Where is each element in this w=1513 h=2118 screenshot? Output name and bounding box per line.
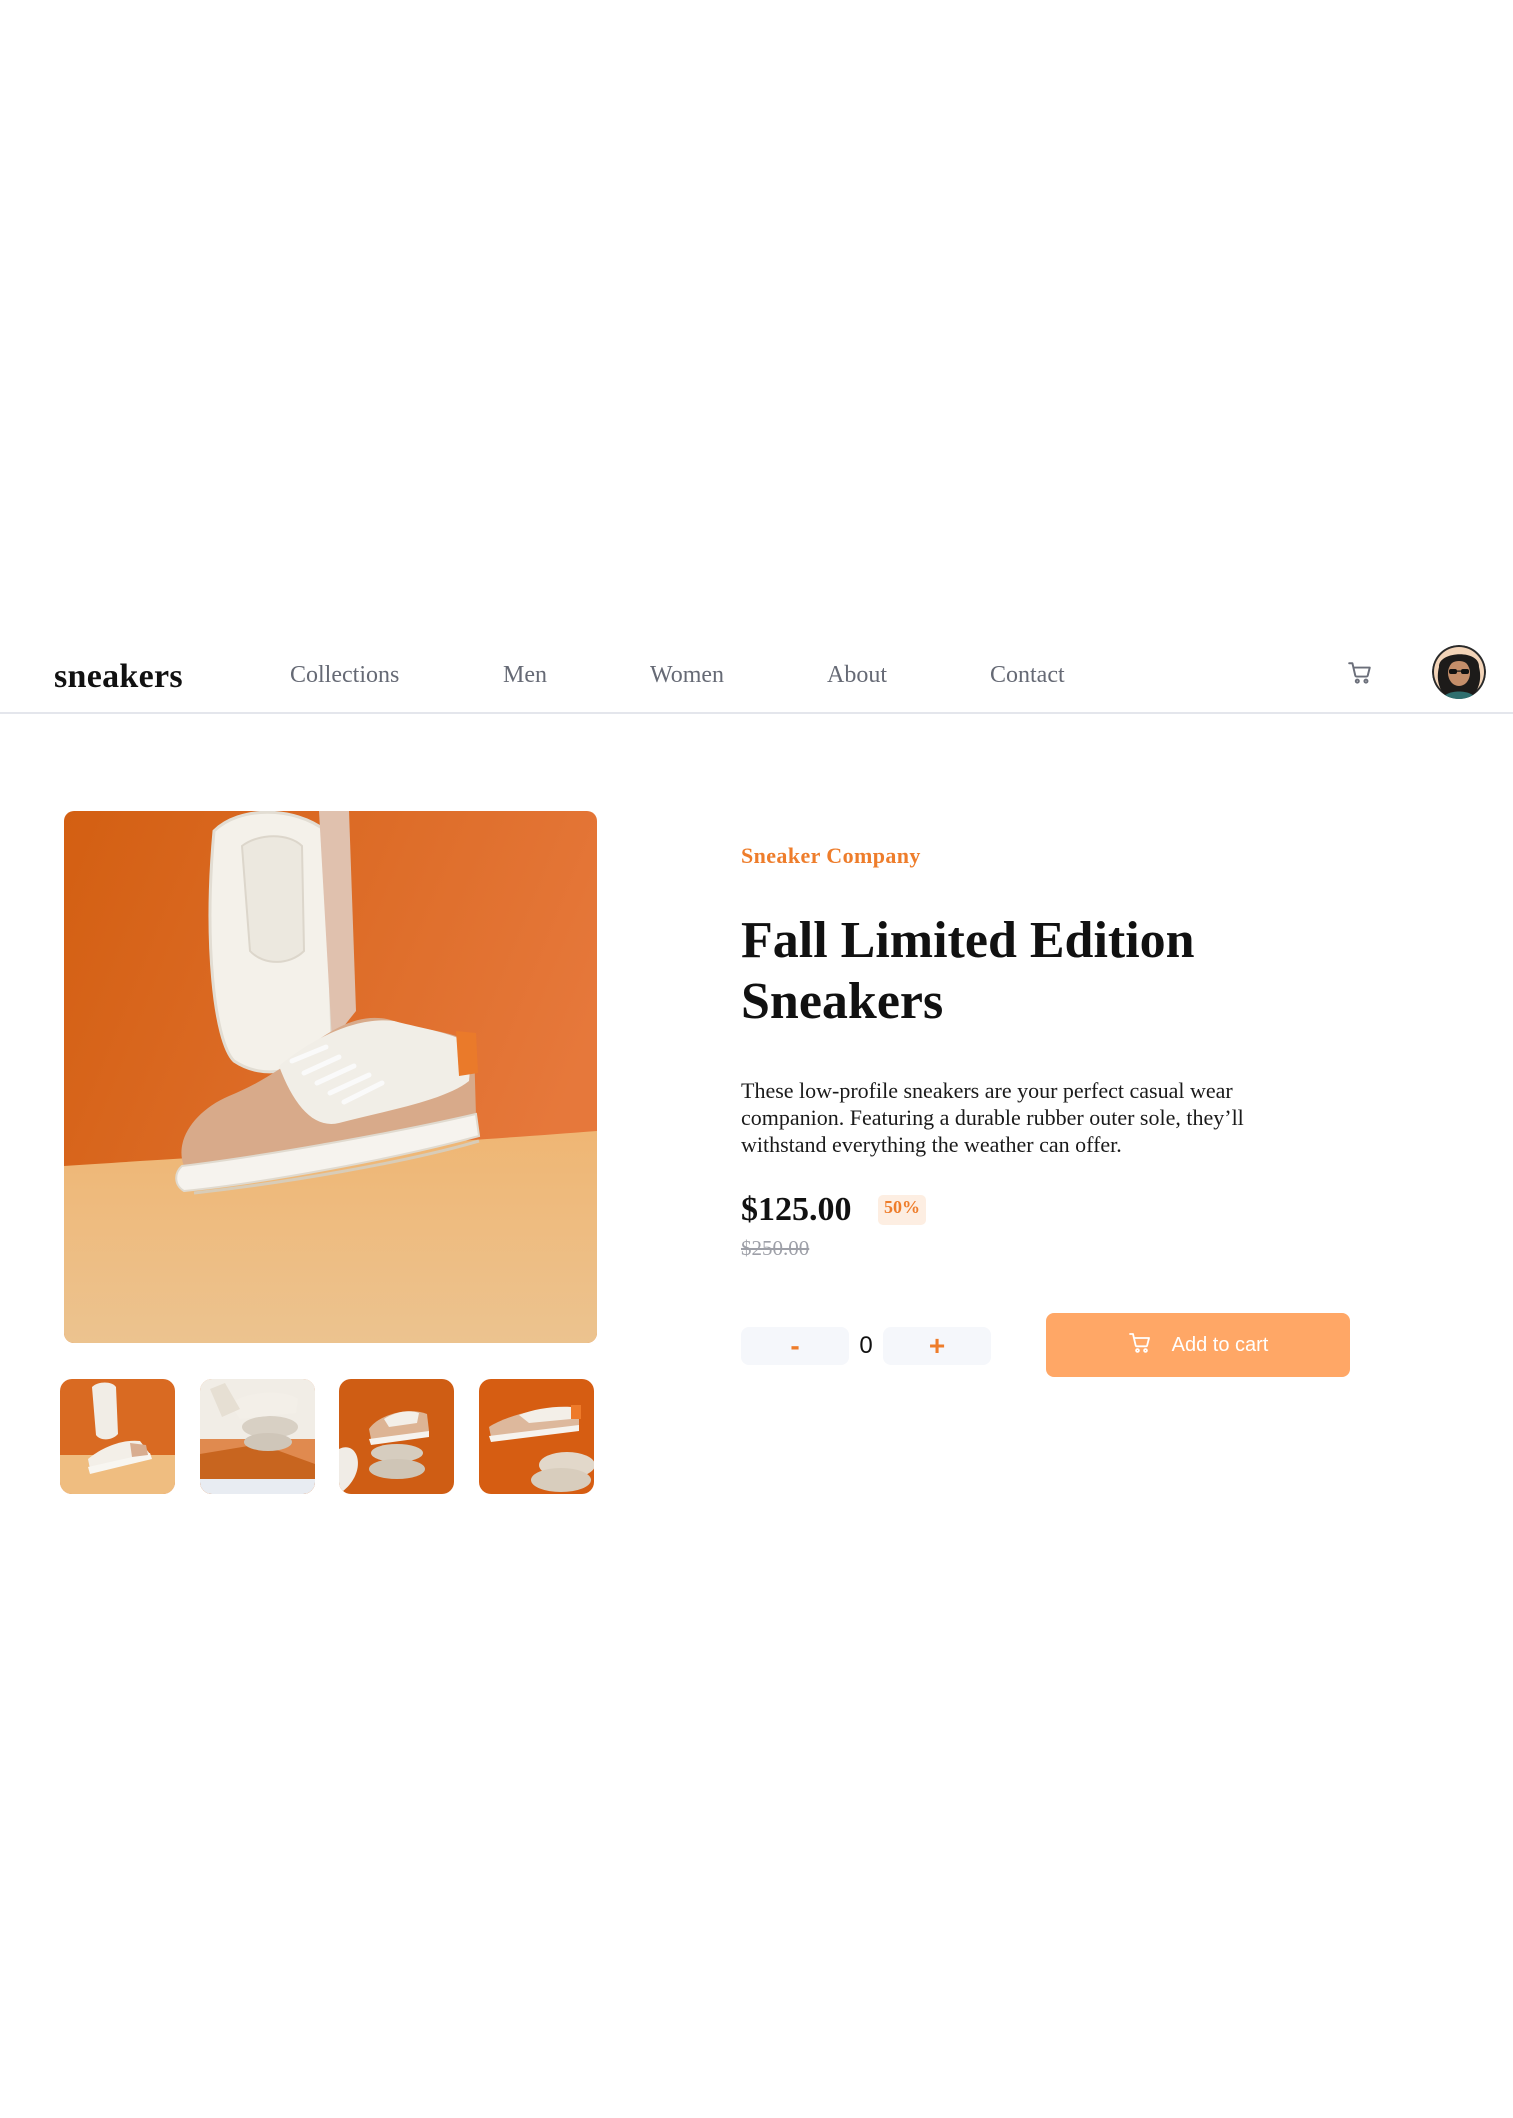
product-thumbnail-4[interactable] <box>479 1379 594 1494</box>
site-header: sneakers Collections Men Women About Con… <box>0 640 1513 714</box>
add-to-cart-label: Add to cart <box>1171 1333 1269 1356</box>
user-avatar[interactable] <box>1432 645 1486 699</box>
cart-icon[interactable] <box>1347 660 1373 686</box>
quantity-value: 0 <box>859 1332 873 1359</box>
quantity-decrease-button[interactable]: - <box>741 1327 849 1365</box>
nav-item-about[interactable]: About <box>827 662 887 689</box>
quantity-increase-button[interactable]: + <box>883 1327 991 1365</box>
cart-icon <box>1128 1331 1152 1355</box>
nav-item-women[interactable]: Women <box>650 662 724 689</box>
product-thumbnail-2[interactable] <box>200 1379 315 1494</box>
product-title: Fall Limited Edition Sneakers <box>741 912 1195 1030</box>
nav-item-collections[interactable]: Collections <box>290 662 399 689</box>
product-description: These low-profile sneakers are your perf… <box>741 1078 1244 1157</box>
nav-item-contact[interactable]: Contact <box>990 662 1065 689</box>
current-price: $125.00 <box>741 1191 852 1228</box>
discount-badge: 50% <box>878 1195 926 1225</box>
add-to-cart-button[interactable]: Add to cart <box>1046 1313 1350 1377</box>
nav-item-men[interactable]: Men <box>503 662 547 689</box>
logo[interactable]: sneakers <box>54 658 183 696</box>
original-price: $250.00 <box>741 1236 810 1260</box>
product-thumbnail-3[interactable] <box>339 1379 454 1494</box>
company-name: Sneaker Company <box>741 843 921 868</box>
product-thumbnail-1[interactable] <box>60 1379 175 1494</box>
product-image-main[interactable] <box>64 811 597 1343</box>
